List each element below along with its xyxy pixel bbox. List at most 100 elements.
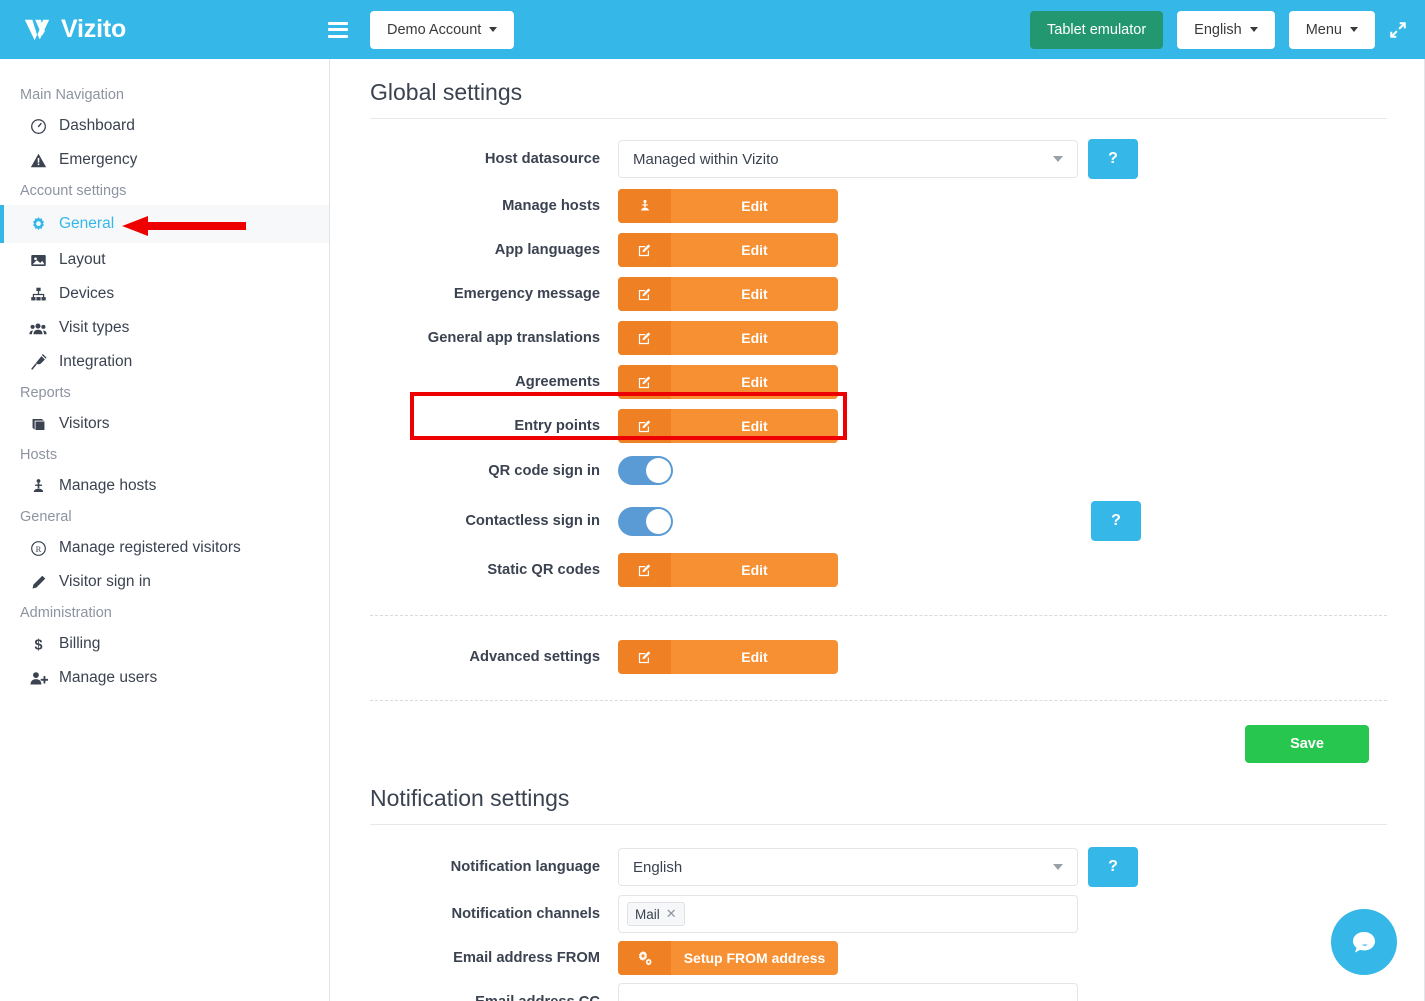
- advanced-settings-edit-button[interactable]: Edit: [618, 640, 838, 674]
- chat-bubble-icon: [1347, 925, 1381, 959]
- email-from-label: Email address FROM: [370, 950, 618, 966]
- notification-settings-title: Notification settings: [370, 785, 1425, 812]
- sidebar-item-integration[interactable]: Integration: [0, 345, 329, 379]
- save-button[interactable]: Save: [1245, 725, 1369, 763]
- plug-icon: [26, 354, 50, 371]
- app-header: Vizito Demo Account Tablet emulator Engl…: [0, 0, 1425, 59]
- chat-widget-button[interactable]: [1331, 909, 1397, 975]
- static-qr-codes-edit-button[interactable]: Edit: [618, 553, 838, 587]
- divider: [370, 700, 1387, 701]
- general-app-translations-edit-button[interactable]: Edit: [618, 321, 838, 355]
- app-languages-label: App languages: [370, 242, 618, 258]
- sidebar-item-manage-registered-visitors[interactable]: R Manage registered visitors: [0, 531, 329, 565]
- gear-icon: [26, 216, 50, 233]
- dollar-icon: $: [26, 636, 50, 653]
- emergency-message-edit-button[interactable]: Edit: [618, 277, 838, 311]
- general-app-translations-row: General app translations Edit: [330, 321, 1425, 355]
- notification-channels-label: Notification channels: [370, 906, 618, 922]
- host-datasource-select[interactable]: Managed within Vizito: [618, 140, 1078, 178]
- entry-points-edit-button[interactable]: Edit: [618, 409, 838, 443]
- advanced-settings-label: Advanced settings: [370, 649, 618, 665]
- edit-pencil-square-icon: [618, 321, 671, 355]
- host-person-icon: [26, 478, 50, 495]
- notification-channels-input[interactable]: Mail ✕: [618, 895, 1078, 933]
- tablet-emulator-button[interactable]: Tablet emulator: [1030, 11, 1163, 49]
- language-dropdown[interactable]: English: [1177, 11, 1275, 49]
- sidebar-item-devices[interactable]: Devices: [0, 277, 329, 311]
- sidebar-item-layout[interactable]: Layout: [0, 243, 329, 277]
- sidebar-item-visitor-sign-in[interactable]: Visitor sign in: [0, 565, 329, 599]
- agreements-row: Agreements Edit: [330, 365, 1425, 399]
- static-qr-codes-label: Static QR codes: [370, 562, 618, 578]
- svg-text:R: R: [35, 543, 41, 553]
- notification-language-help-button[interactable]: ?: [1088, 847, 1138, 887]
- sidebar-item-label: Visit types: [59, 319, 129, 337]
- registered-r-icon: R: [26, 540, 50, 557]
- host-datasource-label: Host datasource: [370, 151, 618, 167]
- contactless-sign-in-row: Contactless sign in ?: [330, 501, 1425, 541]
- main-content: Global settings Host datasource Managed …: [330, 59, 1425, 1001]
- setup-from-address-button[interactable]: Setup FROM address: [618, 941, 838, 975]
- host-datasource-value: Managed within Vizito: [633, 151, 779, 168]
- hamburger-icon[interactable]: [328, 22, 348, 38]
- chevron-down-icon: [1053, 156, 1063, 162]
- account-dropdown[interactable]: Demo Account: [370, 11, 514, 49]
- sidebar-item-label: Dashboard: [59, 117, 135, 135]
- qr-code-sign-in-toggle[interactable]: [618, 456, 673, 485]
- qr-code-sign-in-row: QR code sign in: [330, 456, 1425, 485]
- menu-dropdown[interactable]: Menu: [1289, 11, 1375, 49]
- emergency-message-label: Emergency message: [370, 286, 618, 302]
- channel-tag-label: Mail: [635, 907, 660, 922]
- sidebar-item-billing[interactable]: $ Billing: [0, 627, 329, 661]
- vizito-checkmark-logo-icon: [22, 15, 52, 45]
- edit-pencil-square-icon: [618, 409, 671, 443]
- users-icon: [26, 320, 50, 337]
- sidebar-group-title: Reports: [0, 379, 329, 407]
- edit-pencil-square-icon: [618, 365, 671, 399]
- email-from-row: Email address FROM Setup FROM address: [330, 941, 1425, 975]
- manage-hosts-row: Manage hosts Edit: [330, 189, 1425, 223]
- host-datasource-row: Host datasource Managed within Vizito ?: [330, 139, 1425, 179]
- notification-channels-row: Notification channels Mail ✕: [330, 895, 1425, 933]
- sidebar-item-visit-types[interactable]: Visit types: [0, 311, 329, 345]
- sidebar-item-label: Manage users: [59, 669, 157, 687]
- user-plus-icon: [26, 670, 50, 687]
- book-icon: [26, 416, 50, 433]
- sidebar-item-manage-hosts[interactable]: Manage hosts: [0, 469, 329, 503]
- manage-hosts-edit-button[interactable]: Edit: [618, 189, 838, 223]
- edit-pencil-square-icon: [618, 640, 671, 674]
- chevron-down-icon: [1053, 864, 1063, 870]
- sidebar: Main Navigation Dashboard Emergency Acco…: [0, 59, 330, 1001]
- advanced-settings-row: Advanced settings Edit: [330, 640, 1425, 674]
- agreements-edit-button[interactable]: Edit: [618, 365, 838, 399]
- edit-label: Edit: [671, 640, 838, 674]
- toggle-knob: [646, 458, 671, 483]
- brand[interactable]: Vizito: [22, 15, 307, 45]
- close-x-icon[interactable]: ✕: [666, 906, 677, 922]
- chevron-down-icon: [1350, 27, 1358, 32]
- sidebar-item-emergency[interactable]: Emergency: [0, 143, 329, 177]
- page-title: Global settings: [370, 79, 1425, 106]
- contactless-sign-in-help-button[interactable]: ?: [1091, 501, 1141, 541]
- entry-points-row: Entry points Edit: [330, 409, 1425, 443]
- channel-tag[interactable]: Mail ✕: [627, 902, 685, 926]
- email-cc-input[interactable]: [618, 983, 1078, 1001]
- svg-text:$: $: [34, 637, 42, 652]
- tablet-emulator-label: Tablet emulator: [1047, 22, 1146, 38]
- sidebar-item-manage-users[interactable]: Manage users: [0, 661, 329, 695]
- header-actions: Tablet emulator English Menu: [1030, 11, 1407, 49]
- contactless-sign-in-toggle[interactable]: [618, 507, 673, 536]
- notification-language-row: Notification language English ?: [330, 847, 1425, 887]
- sidebar-item-dashboard[interactable]: Dashboard: [0, 109, 329, 143]
- toggle-knob: [646, 509, 671, 534]
- host-datasource-help-button[interactable]: ?: [1088, 139, 1138, 179]
- sidebar-item-visitors[interactable]: Visitors: [0, 407, 329, 441]
- edit-pencil-square-icon: [618, 233, 671, 267]
- expand-arrows-icon[interactable]: [1389, 21, 1407, 39]
- app-languages-edit-button[interactable]: Edit: [618, 233, 838, 267]
- divider: [370, 118, 1387, 119]
- sidebar-item-general[interactable]: General: [0, 205, 329, 243]
- notification-language-select[interactable]: English: [618, 848, 1078, 886]
- static-qr-codes-row: Static QR codes Edit: [330, 553, 1425, 587]
- hamburger-bar: [328, 28, 348, 31]
